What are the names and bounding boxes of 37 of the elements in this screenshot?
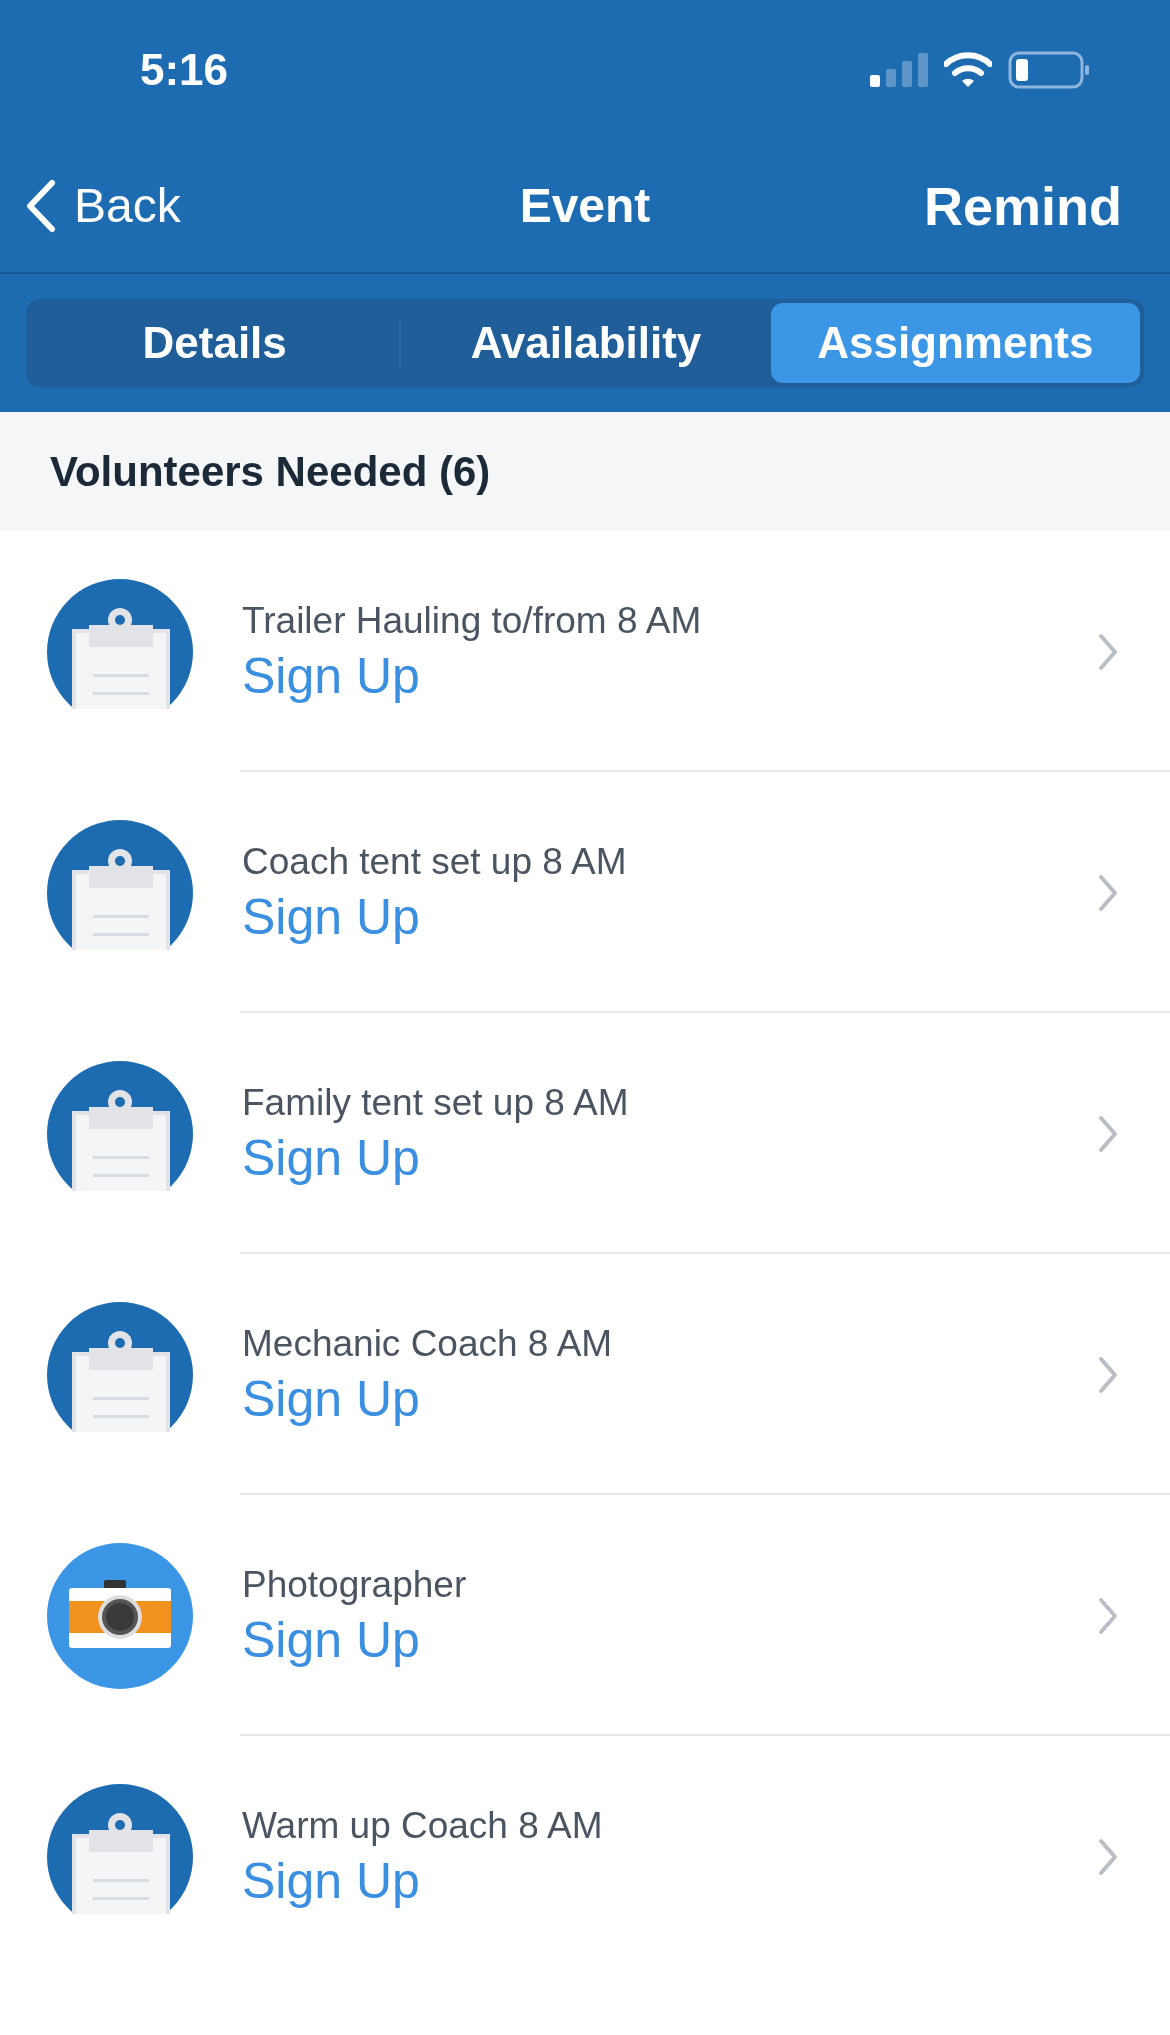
chevron-right-icon xyxy=(1098,1596,1118,1635)
assignment-row[interactable]: Photographer Sign Up xyxy=(0,1495,1170,1736)
chevron-right-icon xyxy=(1098,873,1118,912)
assignment-row[interactable]: Family tent set up 8 AM Sign Up xyxy=(0,1013,1170,1254)
sign-up-link[interactable]: Sign Up xyxy=(242,1126,1098,1189)
assignment-title: Family tent set up 8 AM xyxy=(242,1080,630,1125)
assignment-title: Warm up Coach 8 AM xyxy=(242,1803,604,1848)
back-chevron-icon xyxy=(26,179,56,233)
remind-button[interactable]: Remind xyxy=(923,165,1144,247)
sign-up-link[interactable]: Sign Up xyxy=(242,1367,1098,1430)
segment-tab[interactable]: Availability xyxy=(401,303,771,383)
signal-icon xyxy=(870,53,928,87)
segment-tab[interactable]: Details xyxy=(30,303,400,383)
sign-up-link[interactable]: Sign Up xyxy=(242,1608,1098,1671)
battery-icon xyxy=(1008,51,1090,89)
chevron-right-icon xyxy=(1098,1355,1118,1394)
assignment-title: Mechanic Coach 8 AM xyxy=(242,1321,614,1366)
assignment-row[interactable]: Trailer Hauling to/from 8 AM Sign Up xyxy=(0,531,1170,772)
chevron-right-icon xyxy=(1098,1837,1118,1876)
status-time: 5:16 xyxy=(140,44,229,96)
sign-up-link[interactable]: Sign Up xyxy=(242,885,1098,948)
chevron-right-icon xyxy=(1098,632,1118,671)
assignment-title: Coach tent set up 8 AM xyxy=(242,839,628,884)
back-button[interactable]: Back xyxy=(26,170,181,242)
assignment-row[interactable]: Warm up Coach 8 AM Sign Up xyxy=(0,1736,1170,1977)
assignment-row[interactable]: Mechanic Coach 8 AM Sign Up xyxy=(0,1254,1170,1495)
nav-title: Event xyxy=(519,178,651,234)
assignment-title: Trailer Hauling to/from 8 AM xyxy=(242,598,703,643)
sign-up-link[interactable]: Sign Up xyxy=(242,644,1098,707)
camera-icon xyxy=(47,1542,193,1689)
assignment-row[interactable]: Coach tent set up 8 AM Sign Up xyxy=(0,772,1170,1013)
sign-up-link[interactable]: Sign Up xyxy=(242,1849,1098,1912)
wifi-icon xyxy=(944,52,992,88)
section-title: Volunteers Needed (6) xyxy=(50,447,491,497)
segment-tab[interactable]: Assignments xyxy=(770,303,1140,383)
chevron-right-icon xyxy=(1098,1114,1118,1153)
assignment-title: Photographer xyxy=(242,1562,468,1607)
